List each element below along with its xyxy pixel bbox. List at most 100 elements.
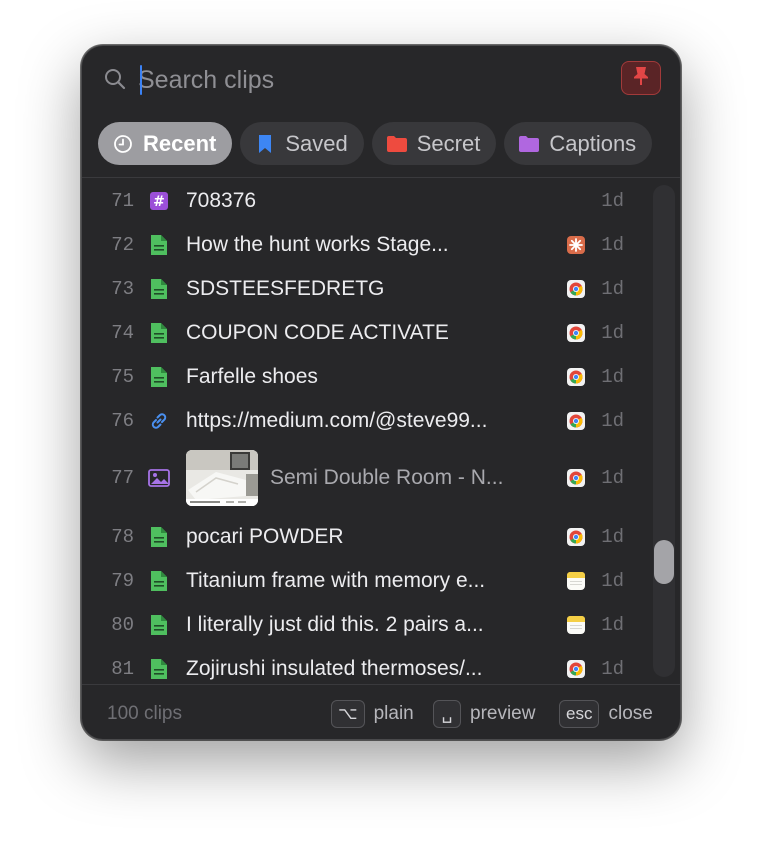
chrome-icon	[566, 323, 586, 343]
search-icon	[103, 67, 127, 91]
list-item[interactable]: 81 Zojirushi insulated thermoses/... 1d	[82, 647, 642, 684]
folder-icon	[386, 133, 408, 155]
clip-text: 708376	[186, 189, 257, 212]
tab-label: Captions	[549, 130, 637, 156]
list-item[interactable]: 75 Farfelle shoes 1d	[82, 355, 642, 399]
chrome-icon	[566, 279, 586, 299]
list-item[interactable]: 79 Titanium frame with memory e... 1d	[82, 559, 642, 603]
document-icon	[148, 614, 170, 636]
clip-text: https://medium.com/@steve99...	[186, 409, 488, 432]
chrome-icon	[566, 367, 586, 387]
clip-list: 71 # 708376 1d 72 How the hunt works Sta…	[82, 179, 680, 684]
notes-icon	[566, 615, 586, 635]
clip-age: 1d	[601, 190, 624, 212]
chrome-icon	[566, 468, 586, 488]
svg-text:#: #	[153, 194, 165, 210]
tab-secret[interactable]: Secret	[371, 122, 497, 165]
clip-number: 72	[111, 234, 134, 256]
clip-number: 78	[111, 526, 134, 548]
tab-captions[interactable]: Captions	[504, 122, 653, 165]
clip-age: 1d	[601, 278, 624, 300]
space-key: ␣	[433, 700, 461, 728]
clip-text: SDSTEESFEDRETG	[186, 277, 385, 300]
clip-number: 80	[111, 614, 134, 636]
clip-age: 1d	[601, 410, 624, 432]
document-icon	[148, 234, 170, 256]
list-item[interactable]: 71 # 708376 1d	[82, 179, 642, 223]
chrome-icon	[566, 411, 586, 431]
plain-hint[interactable]: ⌥ plain	[331, 699, 414, 729]
link-icon	[148, 410, 170, 432]
clip-text: I literally just did this. 2 pairs a...	[186, 613, 484, 636]
list-item[interactable]: 80 I literally just did this. 2 pairs a.…	[82, 603, 642, 647]
footer: 100 clips ⌥ plain ␣ preview esc close	[82, 685, 680, 739]
clip-text: How the hunt works Stage...	[186, 233, 449, 256]
document-icon	[148, 278, 170, 300]
tab-label: Recent	[143, 130, 217, 156]
image-icon	[148, 467, 170, 489]
clip-number: 71	[111, 190, 134, 212]
pin-icon	[631, 65, 651, 92]
document-icon	[148, 322, 170, 344]
clip-age: 1d	[601, 234, 624, 256]
clip-number: 74	[111, 322, 134, 344]
clip-age: 1d	[601, 658, 624, 680]
clip-text: COUPON CODE ACTIVATE	[186, 321, 449, 344]
list-item[interactable]: 77 Semi Double Room - N... 1d	[82, 443, 642, 513]
bookmark-icon	[254, 133, 276, 155]
esc-key: esc	[559, 700, 600, 728]
clip-text: pocari POWDER	[186, 525, 344, 548]
clip-number: 81	[111, 658, 134, 680]
scrollbar-thumb[interactable]	[654, 540, 674, 584]
list-item[interactable]: 73 SDSTEESFEDRETG 1d	[82, 267, 642, 311]
clip-text: Farfelle shoes	[186, 365, 318, 388]
clip-age: 1d	[601, 467, 624, 489]
preview-label: preview	[470, 703, 536, 724]
search-bar	[82, 46, 680, 114]
chrome-icon	[566, 527, 586, 547]
clip-age: 1d	[601, 526, 624, 548]
clip-age: 1d	[601, 322, 624, 344]
search-input[interactable]	[138, 60, 598, 100]
chrome-icon	[566, 659, 586, 679]
clip-number: 76	[111, 410, 134, 432]
clip-age: 1d	[601, 614, 624, 636]
tab-recent[interactable]: Recent	[98, 122, 233, 165]
clip-age: 1d	[601, 366, 624, 388]
document-icon	[148, 570, 170, 592]
claude-icon	[566, 235, 586, 255]
plain-label: plain	[373, 703, 414, 724]
clock-icon	[112, 133, 134, 155]
clip-text: Titanium frame with memory e...	[186, 569, 486, 592]
document-icon	[148, 366, 170, 388]
pin-button[interactable]	[621, 61, 661, 95]
list-item[interactable]: 74 COUPON CODE ACTIVATE 1d	[82, 311, 642, 355]
image-thumbnail	[186, 450, 258, 506]
tab-saved[interactable]: Saved	[240, 122, 364, 165]
list-item[interactable]: 72 How the hunt works Stage... 1d	[82, 223, 642, 267]
list-item[interactable]: 76 https://medium.com/@steve99... 1d	[82, 399, 642, 443]
clip-text: Semi Double Room - N...	[270, 466, 504, 489]
tab-label: Saved	[285, 130, 348, 156]
clip-number: 79	[111, 570, 134, 592]
text-caret	[140, 65, 142, 95]
clipboard-window: Recent Saved Secret Cap	[81, 45, 681, 740]
hash-icon: #	[148, 190, 170, 212]
clip-text: Zojirushi insulated thermoses/...	[186, 657, 483, 680]
folder-icon	[518, 133, 540, 155]
clip-age: 1d	[601, 570, 624, 592]
clip-number: 73	[111, 278, 134, 300]
document-icon	[148, 658, 170, 680]
list-item[interactable]: 78 pocari POWDER 1d	[82, 515, 642, 559]
clip-number: 75	[111, 366, 134, 388]
clip-number: 77	[111, 467, 134, 489]
scrollbar-track[interactable]	[653, 185, 675, 677]
divider	[82, 177, 680, 178]
filter-tabs: Recent Saved Secret Captions	[98, 122, 680, 166]
preview-hint[interactable]: ␣ preview	[433, 699, 535, 729]
clip-count: 100 clips	[107, 703, 182, 724]
close-label: close	[608, 703, 653, 724]
tab-label: Secret	[416, 130, 481, 156]
document-icon	[148, 526, 170, 548]
close-hint[interactable]: esc close	[559, 699, 653, 729]
